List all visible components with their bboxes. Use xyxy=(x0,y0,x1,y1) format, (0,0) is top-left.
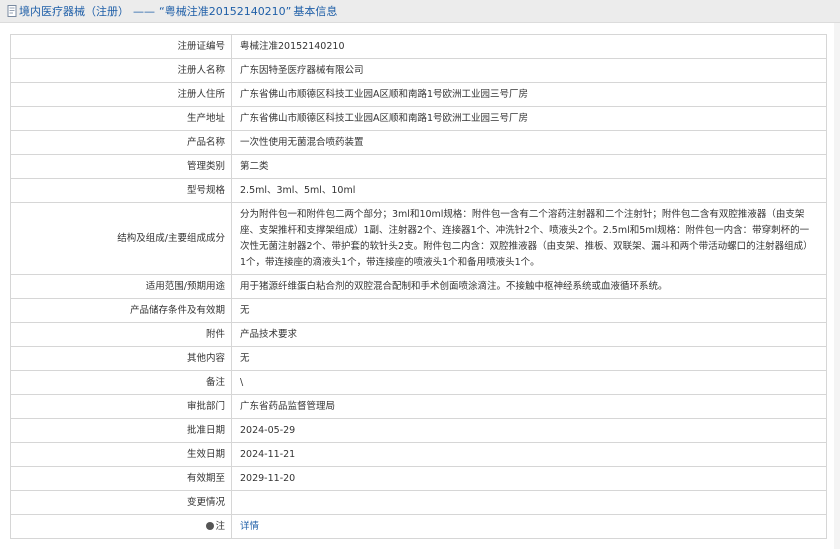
table-row: 附件 产品技术要求 xyxy=(10,322,827,347)
table-row: 型号规格 2.5ml、3ml、5ml、10ml xyxy=(10,178,827,203)
vertical-scrollbar[interactable] xyxy=(834,23,840,549)
field-value: 广东省佛山市顺德区科技工业园A区顺和南路1号欧洲工业园三号厂房 xyxy=(231,106,827,131)
field-label: 注册人住所 xyxy=(10,82,232,107)
table-row: 有效期至 2029-11-20 xyxy=(10,466,827,491)
table-row: 其他内容 无 xyxy=(10,346,827,371)
field-value: 广东省佛山市顺德区科技工业园A区顺和南路1号欧洲工业园三号厂房 xyxy=(231,82,827,107)
record-title: “粤械注准20152140210” xyxy=(159,5,292,18)
footnote-value: 详情 xyxy=(231,514,827,539)
table-row: 注册人住所 广东省佛山市顺德区科技工业园A区顺和南路1号欧洲工业园三号厂房 xyxy=(10,82,827,107)
field-label: 注册证编号 xyxy=(10,34,232,59)
field-value: 无 xyxy=(231,298,827,323)
field-value: 广东因特圣医疗器械有限公司 xyxy=(231,58,827,83)
field-label: 型号规格 xyxy=(10,178,232,203)
field-label: 产品名称 xyxy=(10,130,232,155)
note-icon xyxy=(206,522,215,530)
field-value: 2024-11-21 xyxy=(231,442,827,467)
breadcrumb-bar: 境内医疗器械（注册） —— “粤械注准20152140210” 基本信息 xyxy=(0,0,840,23)
details-link[interactable]: 详情 xyxy=(240,521,259,532)
table-row: 管理类别 第二类 xyxy=(10,154,827,179)
detail-table-container: 注册证编号 粤械注准20152140210 注册人名称 广东因特圣医疗器械有限公… xyxy=(10,34,827,539)
table-row: 审批部门 广东省药品监督管理局 xyxy=(10,394,827,419)
field-label: 注册人名称 xyxy=(10,58,232,83)
field-label: 审批部门 xyxy=(10,394,232,419)
footnote-label: 注 xyxy=(215,521,225,532)
field-value: 2.5ml、3ml、5ml、10ml xyxy=(231,178,827,203)
field-value: 产品技术要求 xyxy=(231,322,827,347)
field-value: 第二类 xyxy=(231,154,827,179)
field-label: 产品储存条件及有效期 xyxy=(10,298,232,323)
field-value: 一次性使用无菌混合喷药装置 xyxy=(231,130,827,155)
field-label: 适用范围/预期用途 xyxy=(10,274,232,299)
table-row: 注册证编号 粤械注准20152140210 xyxy=(10,34,827,59)
field-label: 备注 xyxy=(10,370,232,395)
table-row: 备注 \ xyxy=(10,370,827,395)
field-label: 变更情况 xyxy=(10,490,232,515)
table-row: 注册人名称 广东因特圣医疗器械有限公司 xyxy=(10,58,827,83)
category-link[interactable]: 境内医疗器械（注册） xyxy=(19,3,129,19)
field-label: 生效日期 xyxy=(10,442,232,467)
field-value: 广东省药品监督管理局 xyxy=(231,394,827,419)
field-value xyxy=(231,490,827,515)
field-value: 用于猪源纤维蛋白粘合剂的双腔混合配制和手术创面喷涂滴注。不接触中枢神经系统或血液… xyxy=(231,274,827,299)
table-row: 产品名称 一次性使用无菌混合喷药装置 xyxy=(10,130,827,155)
detail-table: 注册证编号 粤械注准20152140210 注册人名称 广东因特圣医疗器械有限公… xyxy=(10,34,827,539)
table-row: 结构及组成/主要组成成分 分为附件包一和附件包二两个部分；3ml和10ml规格：… xyxy=(10,202,827,275)
field-label: 其他内容 xyxy=(10,346,232,371)
field-value: 2024-05-29 xyxy=(231,418,827,443)
title-separator: —— xyxy=(133,4,155,18)
title-suffix: 基本信息 xyxy=(293,5,338,18)
field-label: 附件 xyxy=(10,322,232,347)
field-value: 分为附件包一和附件包二两个部分；3ml和10ml规格：附件包一含有二个溶药注射器… xyxy=(231,202,827,275)
field-value: \ xyxy=(231,370,827,395)
table-row: 变更情况 xyxy=(10,490,827,515)
table-row: 批准日期 2024-05-29 xyxy=(10,418,827,443)
field-value: 无 xyxy=(231,346,827,371)
table-row: 生产地址 广东省佛山市顺德区科技工业园A区顺和南路1号欧洲工业园三号厂房 xyxy=(10,106,827,131)
field-value: 2029-11-20 xyxy=(231,466,827,491)
footnote-label-cell: 注 xyxy=(10,514,232,539)
field-label: 生产地址 xyxy=(10,106,232,131)
field-value: 粤械注准20152140210 xyxy=(231,34,827,59)
field-label: 有效期至 xyxy=(10,466,232,491)
field-label: 结构及组成/主要组成成分 xyxy=(10,202,232,275)
table-row: 生效日期 2024-11-21 xyxy=(10,442,827,467)
field-label: 批准日期 xyxy=(10,418,232,443)
table-row: 适用范围/预期用途 用于猪源纤维蛋白粘合剂的双腔混合配制和手术创面喷涂滴注。不接… xyxy=(10,274,827,299)
table-row: 产品储存条件及有效期 无 xyxy=(10,298,827,323)
table-row: 注 详情 xyxy=(10,514,827,539)
document-icon xyxy=(7,5,17,17)
field-label: 管理类别 xyxy=(10,154,232,179)
